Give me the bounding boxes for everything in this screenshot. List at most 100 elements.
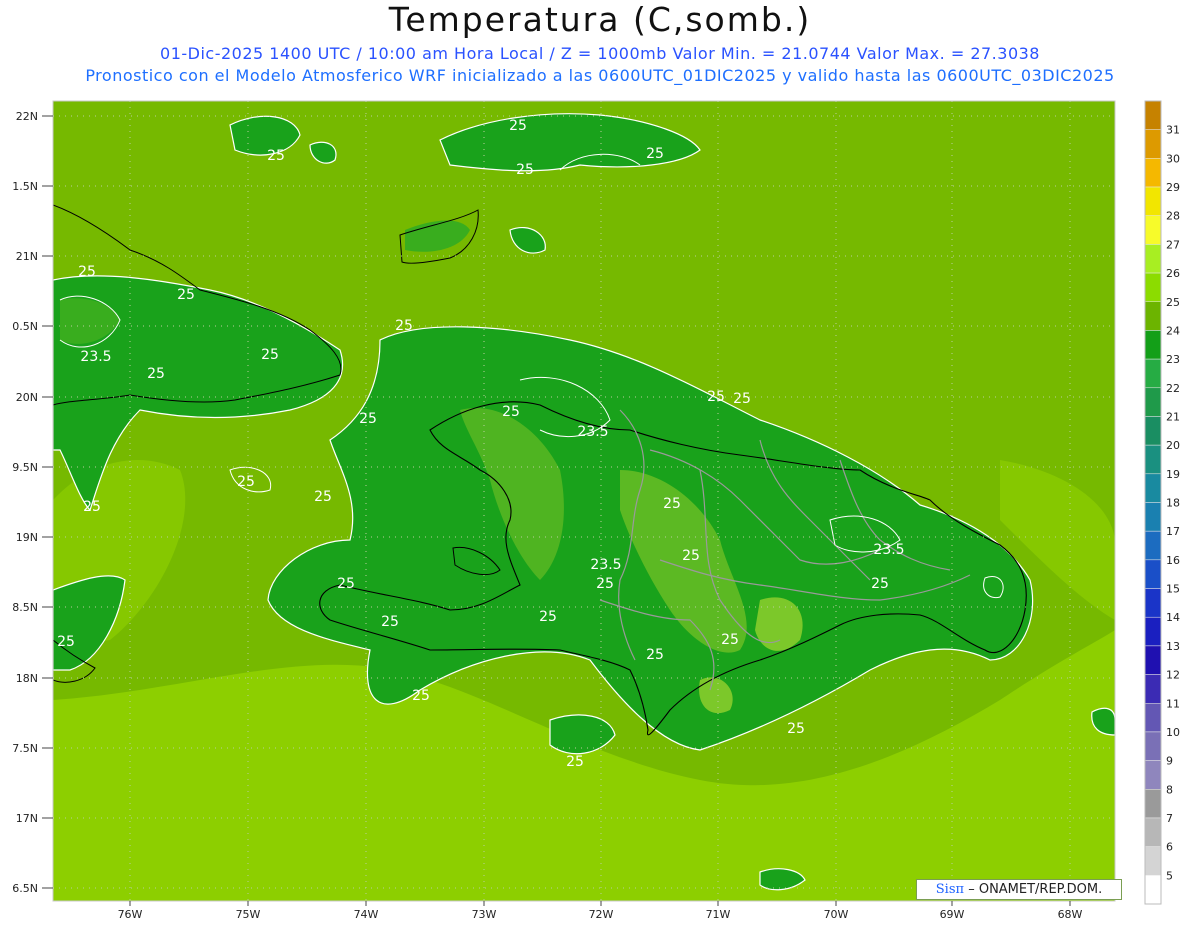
colorbar-label: 15 [1166, 583, 1180, 596]
colorbar-swatch [1144, 244, 1162, 274]
lat-tick-label: 9.5N [12, 461, 38, 474]
colorbar-label: 28 [1166, 210, 1180, 223]
temperature-map: 25 25 25 25 25 25 25 25 25 23.5 25 25 25 25 23.5 25 25 25… [12, 100, 1180, 921]
contour-label: 23.5 [80, 349, 111, 365]
colorbar-swatch [1144, 158, 1162, 188]
contour-label: 25 [539, 609, 557, 625]
colorbar-swatch [1144, 272, 1162, 303]
contour-label: 25 [261, 347, 279, 363]
colorbar-label: 9 [1166, 755, 1173, 768]
colorbar-swatch [1144, 129, 1162, 159]
lat-tick-label: 18N [16, 672, 38, 685]
contour-label: 25 [83, 499, 101, 515]
contour-label: 23.5 [873, 542, 904, 558]
contour-label: 25 [509, 118, 527, 134]
lat-tick-label: 20N [16, 391, 38, 404]
map-plot-area: 25 25 25 25 25 25 25 25 25 23.5 25 25 25 25 23.5 25 25 25… [53, 101, 1115, 901]
colorbar-swatch [1144, 100, 1162, 130]
contour-label: 25 [566, 754, 584, 770]
contour-label: 25 [871, 576, 889, 592]
colorbar-swatch [1144, 674, 1162, 704]
colorbar-swatch [1144, 387, 1162, 417]
colorbar-swatch [1144, 731, 1162, 761]
contour-label: 25 [314, 489, 332, 505]
colorbar: 31 30 29 28 27 26 25 24 23 22 21 20 19 18 17 16 15 14 13 12… [1144, 100, 1180, 905]
colorbar-swatch [1144, 645, 1162, 675]
lat-tick-label: 8.5N [12, 601, 38, 614]
contour-label: 25 [412, 688, 430, 704]
lon-tick-label: 71W [706, 908, 731, 921]
latitude-axis: 22N 1.5N 21N 0.5N 20N 9.5N 19N 8.5N 18N 7.5N 17N 6.… [12, 110, 53, 895]
contour-label: 25 [787, 721, 805, 737]
lat-tick-label: 21N [16, 250, 38, 263]
contour-label: 25 [646, 647, 664, 663]
colorbar-label: 30 [1166, 152, 1180, 165]
colorbar-swatch [1144, 530, 1162, 561]
colorbar-label: 18 [1166, 497, 1180, 510]
lat-tick-label: 0.5N [12, 320, 38, 333]
contour-label: 25 [682, 548, 700, 564]
colorbar-swatch [1144, 588, 1162, 618]
contour-label: 25 [237, 474, 255, 490]
colorbar-swatch [1144, 186, 1162, 216]
colorbar-label: 14 [1166, 611, 1180, 624]
colorbar-label: 26 [1166, 267, 1180, 280]
contour-label: 25 [147, 366, 165, 382]
colorbar-label: 27 [1166, 238, 1180, 251]
contour-label: 25 [267, 148, 285, 164]
colorbar-label: 19 [1166, 468, 1180, 481]
colorbar-swatch [1144, 358, 1162, 389]
colorbar-label: 7 [1166, 812, 1173, 825]
lat-tick-label: 22N [16, 110, 38, 123]
colorbar-label: 21 [1166, 410, 1180, 423]
colorbar-swatch [1144, 760, 1162, 790]
colorbar-label: 12 [1166, 669, 1180, 682]
contour-label: 25 [707, 389, 725, 405]
contour-label: 25 [596, 576, 614, 592]
colorbar-label: 10 [1166, 726, 1180, 739]
contour-label: 25 [359, 411, 377, 427]
colorbar-label: 13 [1166, 640, 1180, 653]
colorbar-label: 20 [1166, 439, 1180, 452]
colorbar-label: 17 [1166, 525, 1180, 538]
colorbar-swatch [1144, 473, 1162, 503]
contour-label: 25 [337, 576, 355, 592]
sis-text: Sis [935, 882, 956, 897]
colorbar-swatch [1144, 301, 1162, 331]
lat-tick-label: 6.5N [12, 882, 38, 895]
contour-label: 25 [502, 404, 520, 420]
contour-label: 25 [516, 162, 534, 178]
colorbar-swatch [1144, 703, 1162, 733]
colorbar-swatch [1144, 215, 1162, 245]
colorbar-swatch [1144, 875, 1162, 905]
longitude-axis: 76W 75W 74W 73W 72W 71W 70W 69W 68W [118, 901, 1083, 921]
colorbar-swatch [1144, 559, 1162, 589]
pi-symbol: π [955, 882, 965, 897]
lon-tick-label: 73W [472, 908, 497, 921]
lon-tick-label: 70W [824, 908, 849, 921]
colorbar-label: 16 [1166, 554, 1180, 567]
org-text: – ONAMET/REP.DOM. [968, 882, 1103, 897]
lon-tick-label: 72W [589, 908, 614, 921]
colorbar-swatch [1144, 416, 1162, 446]
lat-tick-label: 7.5N [12, 742, 38, 755]
colorbar-swatch [1144, 444, 1162, 475]
lon-tick-label: 74W [354, 908, 379, 921]
colorbar-label: 5 [1166, 869, 1173, 882]
colorbar-swatch [1144, 846, 1162, 876]
colorbar-label: 11 [1166, 697, 1180, 710]
colorbar-swatch [1144, 330, 1162, 360]
credit-box: Sisπ – ONAMET/REP.DOM. [916, 879, 1122, 900]
contour-label: 23.5 [590, 557, 621, 573]
colorbar-label: 22 [1166, 382, 1180, 395]
contour-label: 25 [57, 634, 75, 650]
lon-tick-label: 76W [118, 908, 143, 921]
lat-tick-label: 1.5N [12, 180, 38, 193]
contour-label: 25 [663, 496, 681, 512]
colorbar-swatch [1144, 502, 1162, 532]
contour-label: 25 [381, 614, 399, 630]
contour-label: 25 [733, 391, 751, 407]
lon-tick-label: 68W [1058, 908, 1083, 921]
colorbar-label: 23 [1166, 353, 1180, 366]
colorbar-label: 31 [1166, 124, 1180, 137]
